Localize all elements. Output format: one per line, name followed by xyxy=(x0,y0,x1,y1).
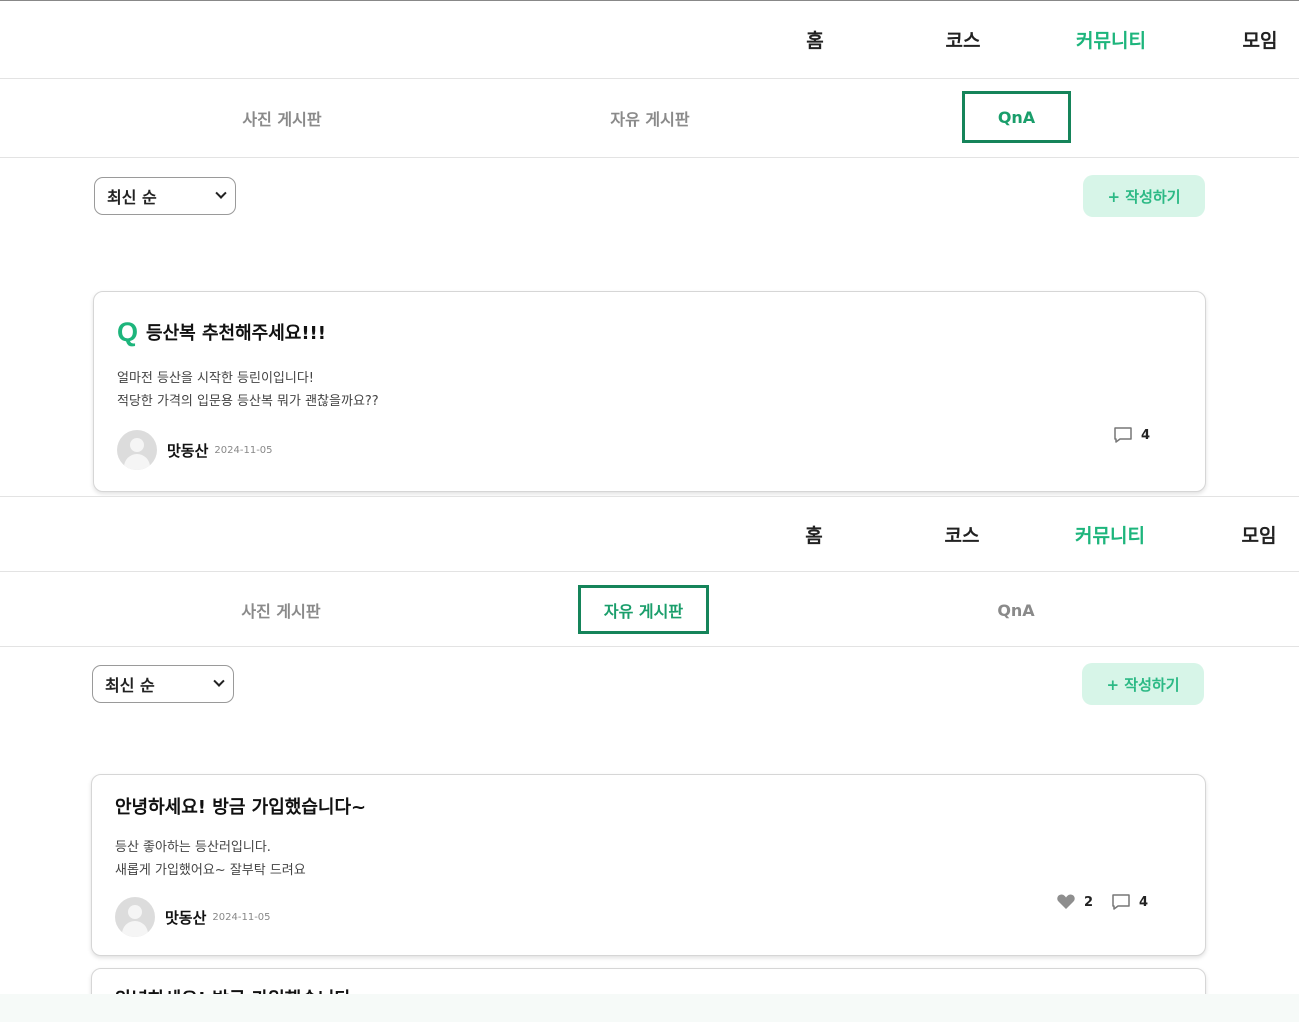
nav-community[interactable]: 커뮤니티 xyxy=(1051,1,1171,78)
like-count[interactable]: 2 xyxy=(1056,893,1093,911)
like-count-value: 2 xyxy=(1084,894,1094,910)
nav-course[interactable]: 코스 xyxy=(903,1,1023,78)
post-author: 맛동산 2024-11-05 xyxy=(117,430,273,470)
post-body-line: 새롭게 가입했어요~ 잘부탁 드려요 xyxy=(115,863,306,878)
post-body-line: 등산 좋아하는 등산러입니다. xyxy=(115,840,271,855)
comment-icon xyxy=(1114,427,1132,443)
top-nav: 홈 코스 커뮤니티 모임 xyxy=(0,1,1299,79)
post-title: Q 등산복 추천해주세요!!! xyxy=(117,314,326,350)
nav-meeting[interactable]: 모임 xyxy=(1199,497,1299,571)
author-name: 맛동산 xyxy=(165,908,207,927)
comment-count: 4 xyxy=(1113,426,1150,444)
post-title-text: 등산복 추천해주세요!!! xyxy=(146,323,326,344)
sort-select[interactable]: 최신 순 xyxy=(92,665,234,703)
comment-icon xyxy=(1112,894,1130,910)
avatar xyxy=(117,430,157,470)
question-mark-icon: Q xyxy=(117,316,139,347)
write-button[interactable]: + 작성하기 xyxy=(1083,175,1205,217)
post-card[interactable]: 안녕하세요! 방금 가입했습니다~ 등산 좋아하는 등산러입니다. 새롭게 가입… xyxy=(91,774,1206,956)
board-tabs: 사진 게시판 자유 게시판 QnA xyxy=(0,573,1299,647)
post-title-text: 안녕하세요! 방금 가입했습니다~ xyxy=(115,797,367,818)
top-nav: 홈 코스 커뮤니티 모임 xyxy=(0,497,1299,572)
comment-count-value: 4 xyxy=(1139,894,1149,910)
sort-select-value: 최신 순 xyxy=(105,676,155,695)
nav-home[interactable]: 홈 xyxy=(754,497,874,571)
avatar xyxy=(115,897,155,937)
post-title-text: 안녕하세요! 방금 가입했습니다~ xyxy=(115,985,366,994)
tab-qna[interactable]: QnA xyxy=(962,91,1071,143)
sort-select-value: 최신 순 xyxy=(107,188,157,207)
nav-home[interactable]: 홈 xyxy=(755,1,875,78)
post-author: 맛동산 2024-11-05 xyxy=(115,897,271,937)
post-date: 2024-11-05 xyxy=(212,911,271,923)
board-tabs: 사진 게시판 자유 게시판 QnA xyxy=(0,80,1299,158)
post-date: 2024-11-05 xyxy=(214,444,273,456)
chevron-down-icon xyxy=(215,187,227,199)
post-stats: 4 xyxy=(1095,426,1150,444)
post-stats: 2 4 xyxy=(1038,893,1148,911)
sort-select[interactable]: 최신 순 xyxy=(94,177,236,215)
post-body-line: 적당한 가격의 입문용 등산복 뭐가 괜찮을까요?? xyxy=(117,394,379,409)
write-button[interactable]: + 작성하기 xyxy=(1082,663,1204,705)
tab-qna[interactable]: QnA xyxy=(956,585,1076,635)
heart-icon xyxy=(1057,894,1075,909)
tab-photo-board[interactable]: 사진 게시판 xyxy=(212,93,352,143)
nav-meeting[interactable]: 모임 xyxy=(1200,1,1299,78)
bottom-strip xyxy=(0,994,1299,1022)
nav-community[interactable]: 커뮤니티 xyxy=(1050,497,1170,571)
post-body: 얼마전 등산을 시작한 등린이입니다! 적당한 가격의 입문용 등산복 뭐가 괜… xyxy=(117,367,379,413)
post-body: 등산 좋아하는 등산러입니다. 새롭게 가입했어요~ 잘부탁 드려요 xyxy=(115,836,306,882)
post-title: 안녕하세요! 방금 가입했습니다~ xyxy=(115,793,366,819)
comment-count: 4 xyxy=(1111,893,1148,911)
comment-count-value: 4 xyxy=(1141,427,1151,443)
post-body-line: 얼마전 등산을 시작한 등린이입니다! xyxy=(117,371,315,386)
screen-qna: 홈 코스 커뮤니티 모임 사진 게시판 자유 게시판 QnA 최신 순 + 작성… xyxy=(0,0,1299,496)
chevron-down-icon xyxy=(213,675,225,687)
post-card[interactable]: Q 등산복 추천해주세요!!! 얼마전 등산을 시작한 등린이입니다! 적당한 … xyxy=(93,291,1206,492)
tab-photo-board[interactable]: 사진 게시판 xyxy=(211,585,351,635)
tab-free-board[interactable]: 자유 게시판 xyxy=(578,585,709,634)
nav-course[interactable]: 코스 xyxy=(902,497,1022,571)
screen-free-board: 홈 코스 커뮤니티 모임 사진 게시판 자유 게시판 QnA 최신 순 + 작성… xyxy=(0,496,1299,994)
tab-free-board[interactable]: 자유 게시판 xyxy=(580,93,720,143)
post-title: 안녕하세요! 방금 가입했습니다~ xyxy=(115,985,366,994)
author-name: 맛동산 xyxy=(167,441,209,460)
post-card[interactable]: 안녕하세요! 방금 가입했습니다~ xyxy=(91,968,1206,994)
